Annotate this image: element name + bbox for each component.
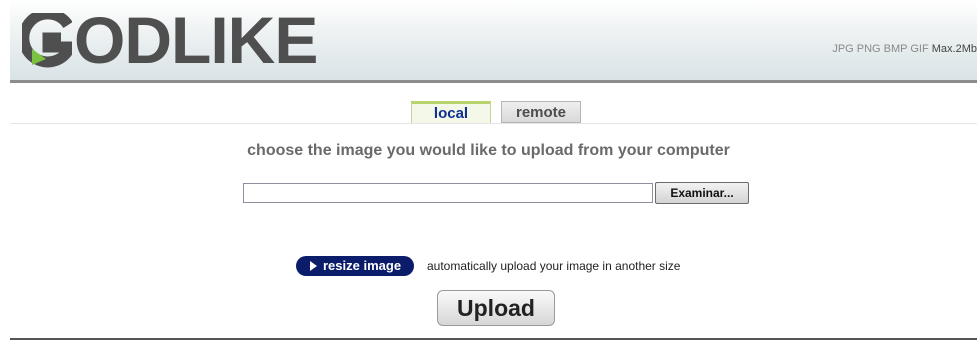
browse-button[interactable]: Examinar...: [655, 182, 749, 204]
tab-remote[interactable]: remote: [501, 101, 581, 123]
resize-image-label: resize image: [323, 258, 402, 273]
resize-description: automatically upload your image in anoth…: [427, 259, 681, 273]
logo-text: ODLIKE: [74, 3, 318, 77]
file-path-input[interactable]: [243, 183, 653, 203]
supported-formats: JPG PNG BMP GIF: [832, 43, 929, 55]
header: ODLIKE JPG PNG BMP GIF Max.2Mb: [10, 0, 977, 83]
resize-image-button[interactable]: resize image: [296, 256, 414, 276]
logo-g-icon: [22, 11, 72, 69]
tab-local[interactable]: local: [411, 101, 491, 123]
page: ODLIKE JPG PNG BMP GIF Max.2Mb local rem…: [0, 0, 977, 341]
tabs-divider: [10, 123, 977, 124]
max-file-size: Max.2Mb: [931, 43, 977, 55]
site-logo[interactable]: ODLIKE: [22, 3, 318, 77]
play-arrow-icon: [310, 261, 317, 271]
upload-limits: JPG PNG BMP GIF Max.2Mb: [832, 43, 977, 55]
upload-instruction: choose the image you would like to uploa…: [247, 142, 730, 159]
upload-button[interactable]: Upload: [437, 290, 555, 326]
bottom-divider: [10, 338, 977, 340]
